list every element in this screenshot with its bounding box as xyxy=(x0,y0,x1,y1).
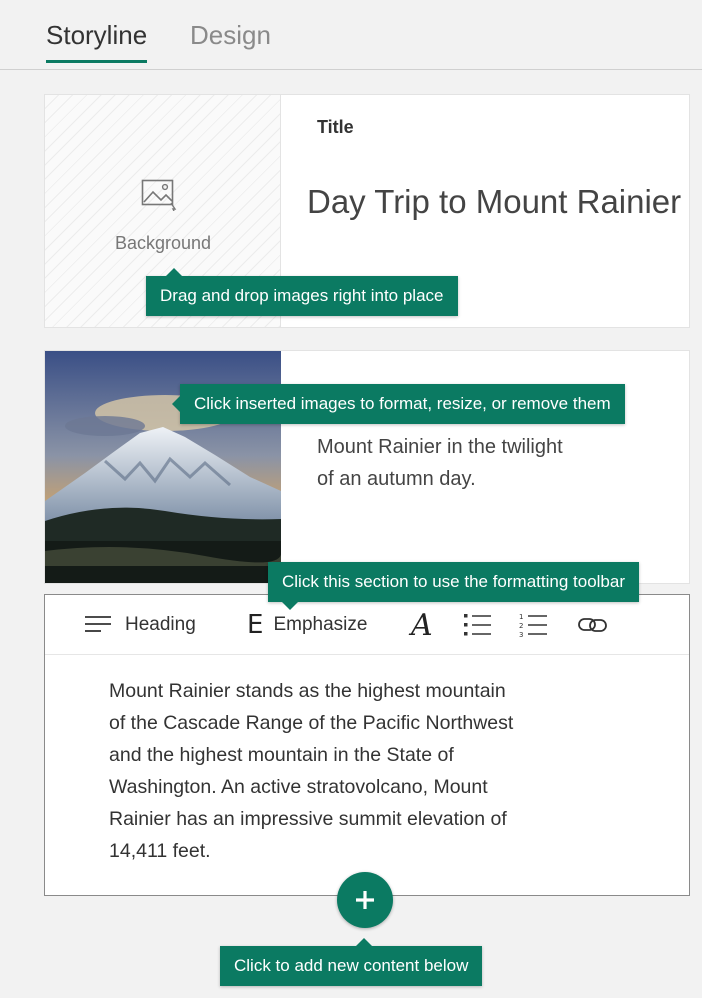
text-section[interactable]: Heading E Emphasize A 1 2 3 Mount Rainie… xyxy=(44,594,690,896)
heading-icon xyxy=(85,616,111,632)
svg-text:1: 1 xyxy=(519,613,523,621)
heading-label: Heading xyxy=(125,614,196,635)
formatting-toolbar: Heading E Emphasize A 1 2 3 xyxy=(45,595,689,655)
image-caption[interactable]: Mount Rainier in the twilight of an autu… xyxy=(317,431,657,495)
font-style-icon: A xyxy=(411,607,433,643)
tab-bar: Storyline Design xyxy=(0,0,702,70)
emphasize-icon: E xyxy=(247,610,264,640)
title-label: Title xyxy=(317,117,354,137)
numbered-list-button[interactable]: 1 2 3 xyxy=(519,609,549,641)
background-label: Background xyxy=(114,233,212,253)
caption-line: Mount Rainier in the twilight xyxy=(317,436,563,458)
tooltip-drag-drop: Drag and drop images right into place xyxy=(146,268,458,316)
svg-text:2: 2 xyxy=(519,622,523,630)
text-line: Washington. An active stratovolcano, Mou… xyxy=(109,776,488,798)
tooltip-inserted-images: Click inserted images to format, resize,… xyxy=(172,384,625,424)
bulleted-list-icon xyxy=(464,614,491,636)
emphasize-label: Emphasize xyxy=(273,614,368,635)
section-body-text[interactable]: Mount Rainier stands as the highest moun… xyxy=(109,675,579,867)
caption-line: of an autumn day. xyxy=(317,468,476,490)
heading-button[interactable]: Heading xyxy=(83,609,196,641)
tab-design[interactable]: Design xyxy=(190,20,271,61)
numbered-list-icon: 1 2 3 xyxy=(519,613,547,639)
link-icon xyxy=(578,618,607,632)
text-line: of the Cascade Range of the Pacific Nort… xyxy=(109,712,514,734)
plus-icon xyxy=(356,891,374,909)
emphasize-button[interactable]: E Emphasize xyxy=(247,609,367,641)
link-button[interactable] xyxy=(577,609,609,641)
text-line: and the highest mountain in the State of xyxy=(109,744,454,766)
svg-text:3: 3 xyxy=(519,631,523,639)
text-line: 14,411 feet. xyxy=(109,840,211,862)
story-title[interactable]: Day Trip to Mount Rainier xyxy=(307,183,681,221)
add-content-button[interactable] xyxy=(337,872,393,928)
text-line: Rainier has an impressive summit elevati… xyxy=(109,808,507,830)
image-icon xyxy=(141,179,177,211)
tooltip-formatting-toolbar: Click this section to use the formatting… xyxy=(268,562,639,610)
bulleted-list-button[interactable] xyxy=(463,609,493,641)
text-line: Mount Rainier stands as the highest moun… xyxy=(109,680,506,702)
font-style-button[interactable]: A xyxy=(411,607,433,643)
tab-storyline[interactable]: Storyline xyxy=(46,20,148,63)
tooltip-add-content: Click to add new content below xyxy=(220,938,483,986)
